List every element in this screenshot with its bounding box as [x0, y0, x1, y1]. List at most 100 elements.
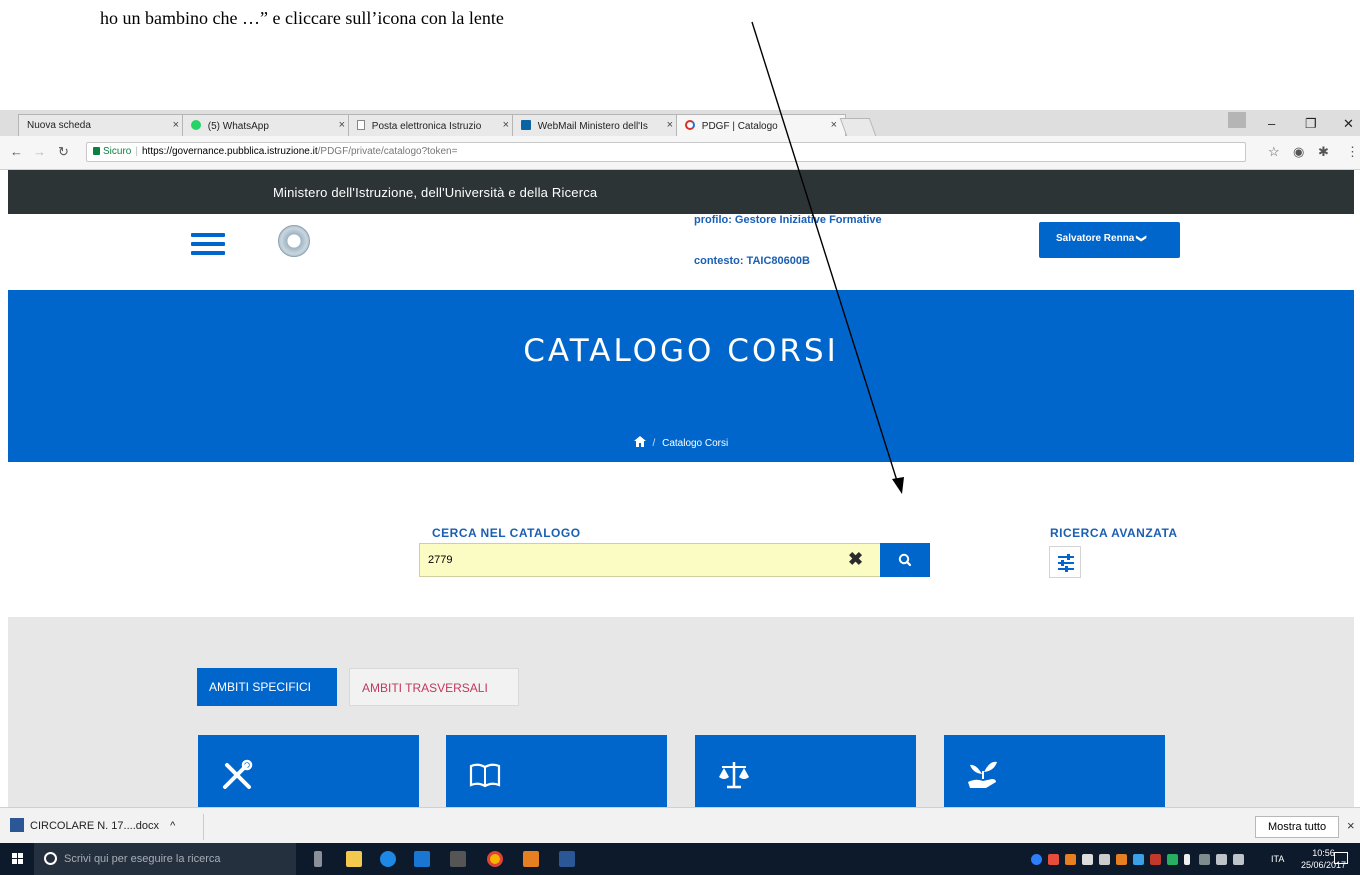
instruction-caption: ho un bambino che …” e cliccare sull’ico… — [100, 8, 504, 28]
catalog-search-input[interactable] — [419, 543, 881, 577]
search-label: CERCA NEL CATALOGO — [432, 526, 581, 540]
close-icon[interactable]: × — [831, 119, 837, 131]
close-icon[interactable]: × — [667, 119, 673, 131]
store-icon[interactable] — [414, 851, 430, 867]
url-host: https://governance.pubblica.istruzione.i… — [141, 146, 318, 157]
webmail-icon — [521, 120, 531, 130]
breadcrumb-current: Catalogo Corsi — [662, 438, 729, 449]
language-indicator[interactable]: ITA — [1271, 854, 1284, 864]
back-icon[interactable]: ← — [10, 144, 23, 159]
reload-icon[interactable]: ↻ — [58, 144, 69, 160]
republic-emblem-icon — [278, 225, 310, 257]
profile-label: profilo: Gestore Iniziative Formative — [694, 214, 882, 226]
balance-scale-icon — [719, 762, 749, 789]
tab-pdgf-catalogo[interactable]: PDGF | Catalogo × — [676, 114, 846, 136]
address-bar[interactable]: Sicuro | https://governance.pubblica.istru… — [86, 142, 1246, 162]
caret-up-icon[interactable]: ^ — [170, 820, 175, 832]
tray-app-icon[interactable] — [1048, 854, 1059, 865]
profile-icon[interactable] — [1228, 112, 1246, 128]
taskbar-search-box[interactable]: Scrivi qui per eseguire la ricerca — [34, 843, 296, 875]
word-document-icon — [10, 818, 24, 832]
hero-banner: CATALOGO CORSI / Catalogo Corsi — [8, 290, 1354, 462]
tab-ambiti-trasversali[interactable]: AMBITI TRASVERSALI — [349, 668, 519, 706]
windows-start-icon[interactable] — [12, 853, 24, 865]
tab-ambiti-specifici[interactable]: AMBITI SPECIFICI — [197, 668, 337, 706]
site-header: profilo: Gestore Iniziative Formative co… — [8, 214, 1354, 290]
lock-icon — [93, 147, 100, 155]
extension-puzzle-icon[interactable]: ✱ — [1318, 144, 1329, 160]
network-icon[interactable] — [1216, 854, 1227, 865]
chrome-icon[interactable] — [487, 851, 503, 867]
close-icon[interactable]: × — [173, 119, 179, 131]
tray-app-icon[interactable] — [1099, 854, 1110, 865]
url-path: /PDGF/private/catalogo?token= — [317, 146, 458, 157]
tab-posta-elettronica[interactable]: Posta elettronica Istruzio × — [348, 114, 518, 136]
page-title: CATALOGO CORSI — [523, 333, 839, 369]
secure-label: Sicuro — [103, 146, 132, 157]
open-book-icon — [469, 763, 501, 788]
ambito-card[interactable] — [446, 735, 667, 807]
hamburger-menu-icon[interactable] — [191, 233, 225, 260]
loading-icon — [685, 120, 695, 130]
tools-icon — [223, 759, 253, 789]
tray-app-icon[interactable] — [1082, 854, 1093, 865]
close-window-icon[interactable]: ✕ — [1343, 116, 1354, 132]
star-icon[interactable]: ☆ — [1268, 144, 1280, 160]
close-icon[interactable]: × — [339, 119, 345, 131]
word-icon[interactable] — [559, 851, 575, 867]
sliders-icon — [1058, 554, 1074, 572]
contesto-label: contesto: TAIC80600B — [694, 255, 810, 267]
forward-icon[interactable]: → — [33, 144, 46, 159]
paint-icon[interactable] — [523, 851, 539, 867]
restore-icon[interactable]: ❐ — [1305, 116, 1317, 132]
search-icon — [898, 553, 912, 567]
breadcrumb-separator: / — [652, 438, 656, 449]
ambito-card[interactable] — [944, 735, 1165, 807]
user-menu-button[interactable]: Salvatore Renna ❯ — [1039, 222, 1180, 258]
tray-app-icon[interactable] — [1116, 854, 1127, 865]
volume-icon[interactable] — [1233, 854, 1244, 865]
tray-app-icon[interactable] — [1133, 854, 1144, 865]
taskbar-search-placeholder: Scrivi qui per eseguire la ricerca — [64, 853, 221, 865]
downloads-bar: CIRCOLARE N. 17....docx ^ Mostra tutto × — [0, 807, 1360, 843]
ministry-bar: Ministero dell'Istruzione, dell'Universi… — [8, 170, 1354, 214]
tray-app-icon[interactable] — [1031, 854, 1042, 865]
search-button[interactable] — [880, 543, 930, 577]
tray-arrow-icon[interactable] — [1184, 854, 1190, 865]
ambito-card[interactable] — [198, 735, 419, 807]
menu-dots-icon[interactable]: ⋮ — [1346, 144, 1359, 160]
breadcrumb: / Catalogo Corsi — [8, 436, 1354, 449]
clear-search-icon[interactable]: ✖ — [848, 549, 863, 570]
calculator-icon[interactable] — [450, 851, 466, 867]
show-all-button[interactable]: Mostra tutto — [1255, 816, 1339, 838]
user-name: Salvatore Renna — [1056, 233, 1135, 244]
advanced-search-button[interactable] — [1049, 546, 1081, 578]
tray-app-icon[interactable] — [1150, 854, 1161, 865]
tab-webmail[interactable]: WebMail Ministero dell'Is × — [512, 114, 682, 136]
home-icon[interactable] — [633, 436, 646, 447]
microphone-icon[interactable] — [314, 851, 322, 867]
tab-whatsapp[interactable]: (5) WhatsApp × — [182, 114, 354, 136]
new-tab-button[interactable] — [839, 118, 877, 136]
close-icon[interactable]: × — [503, 119, 509, 131]
minimize-icon[interactable]: – — [1268, 116, 1275, 131]
download-file-name: CIRCOLARE N. 17....docx — [30, 820, 159, 832]
tab-label: PDGF | Catalogo — [701, 121, 778, 132]
tab-label: (5) WhatsApp — [207, 121, 269, 132]
browser-tabstrip: Nuova scheda × (5) WhatsApp × Posta elet… — [0, 110, 1360, 136]
ambito-card[interactable] — [695, 735, 916, 807]
notifications-icon[interactable] — [1334, 852, 1348, 864]
divider — [203, 814, 204, 840]
extension-icon[interactable]: ◉ — [1293, 144, 1304, 160]
tab-nuova-scheda[interactable]: Nuova scheda × — [18, 114, 188, 136]
tab-label: Nuova scheda — [27, 120, 91, 131]
file-explorer-icon[interactable] — [346, 851, 362, 867]
whatsapp-icon — [191, 120, 201, 130]
edge-icon[interactable] — [380, 851, 396, 867]
tray-app-icon[interactable] — [1065, 854, 1076, 865]
download-item[interactable]: CIRCOLARE N. 17....docx ^ — [10, 818, 175, 832]
tab-label: Posta elettronica Istruzio — [371, 121, 482, 132]
tray-app-icon[interactable] — [1167, 854, 1178, 865]
tray-app-icon[interactable] — [1199, 854, 1210, 865]
close-downloads-icon[interactable]: × — [1347, 818, 1355, 833]
